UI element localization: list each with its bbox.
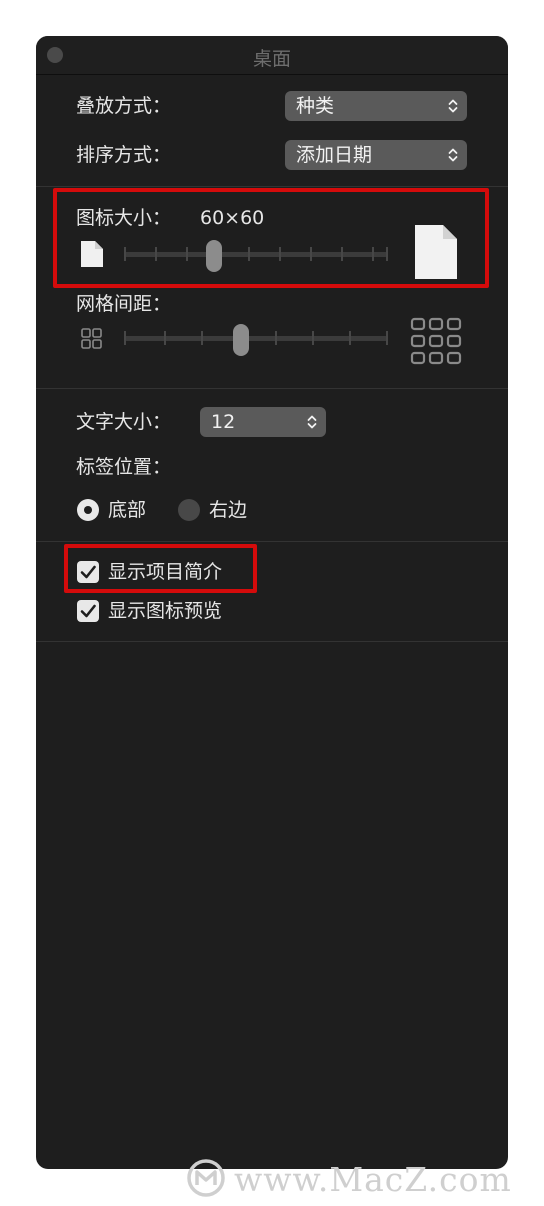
show-icon-preview-checkbox[interactable]: [77, 600, 99, 622]
text-size-popup[interactable]: 12: [200, 407, 326, 437]
macz-logo-icon: [187, 1159, 225, 1197]
sort-by-popup[interactable]: 添加日期: [285, 140, 467, 170]
up-down-chevron-icon: [307, 415, 317, 429]
stack-by-label: 叠放方式：: [76, 95, 172, 117]
stack-by-value: 种类: [296, 95, 335, 117]
slider-tick: [164, 331, 166, 345]
slider-tick: [124, 331, 126, 345]
slider-tick: [201, 331, 203, 345]
tight-grid-icon: [81, 328, 102, 349]
sort-by-value: 添加日期: [296, 144, 373, 166]
text-size-value: 12: [211, 411, 236, 433]
slider-tick: [312, 331, 314, 345]
grid-spacing-label: 网格间距：: [76, 293, 172, 315]
checkmark-icon: [80, 604, 96, 618]
slider-thumb[interactable]: [233, 324, 249, 356]
radio-right[interactable]: [178, 499, 200, 521]
stack-by-popup[interactable]: 种类: [285, 91, 467, 121]
radio-right-label: 右边: [209, 499, 248, 521]
slider-tick: [386, 331, 388, 345]
up-down-chevron-icon: [448, 148, 458, 162]
slider-tick: [275, 331, 277, 345]
show-icon-preview-label: 显示图标预览: [108, 600, 223, 622]
section-divider: [36, 186, 508, 187]
show-item-info-highlight-box: [64, 544, 257, 593]
text-size-label: 文字大小：: [76, 411, 172, 433]
radio-bottom-label: 底部: [108, 499, 147, 521]
sort-by-label: 排序方式：: [76, 144, 172, 166]
radio-bottom[interactable]: [77, 499, 99, 521]
desktop-view-options-window: 桌面 叠放方式： 种类 排序方式： 添加日期 图标大小： 60×60 网格间距：…: [36, 36, 508, 1169]
watermark-text: www.MacZ.com: [234, 1160, 512, 1199]
up-down-chevron-icon: [448, 99, 458, 113]
title-bar: 桌面: [36, 36, 508, 75]
icon-size-highlight-box: [53, 188, 489, 288]
window-title: 桌面: [252, 48, 291, 70]
wide-grid-icon: [410, 317, 462, 365]
section-divider: [36, 388, 508, 389]
label-position-label: 标签位置：: [76, 456, 172, 478]
grid-spacing-slider[interactable]: [124, 324, 388, 356]
section-divider: [36, 541, 508, 542]
section-divider: [36, 641, 508, 642]
slider-tick: [349, 331, 351, 345]
